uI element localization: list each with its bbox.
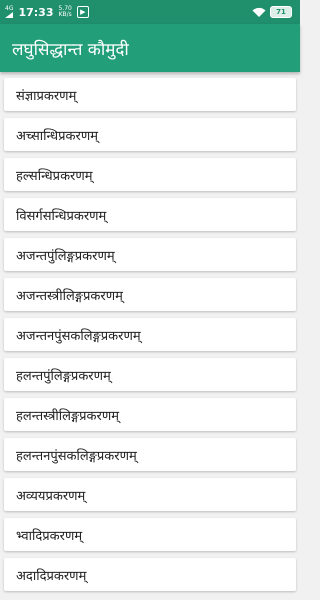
status-time: 17:33	[18, 5, 54, 19]
list-item[interactable]: विसर्गसन्धिप्रकरणम्	[4, 198, 296, 231]
list-item[interactable]: अजन्तनपुंसकलिङ्गप्रकरणम्	[4, 318, 296, 351]
list-item-label: हलन्तस्त्रीलिङ्गप्रकरणम्	[16, 408, 120, 424]
list-item-label: अदादिप्रकरणम्	[16, 568, 87, 584]
list-item-label: हल्सन्धिप्रकरणम्	[16, 168, 93, 184]
list-item-label: भ्वादिप्रकरणम्	[16, 528, 83, 544]
list-item[interactable]: हलन्तस्त्रीलिङ्गप्रकरणम्	[4, 398, 296, 431]
list-item[interactable]: अजन्तपुंलिङ्गप्रकरणम्	[4, 238, 296, 271]
network-speed: 5.70 KB/s	[58, 6, 71, 18]
app-bar: लघुसिद्धान्त कौमुदी	[0, 24, 300, 72]
list-item[interactable]: हलन्तपुंलिङ्गप्रकरणम्	[4, 358, 296, 391]
list-item-label: अजन्तनपुंसकलिङ्गप्रकरणम्	[16, 328, 141, 344]
signal-icon	[5, 12, 14, 18]
wifi-icon	[252, 7, 266, 17]
list-item-label: संज्ञाप्रकरणम्	[16, 88, 77, 104]
network-indicator: 4G	[5, 6, 13, 18]
list-item-label: अजन्तस्त्रीलिङ्गप्रकरणम्	[16, 288, 123, 304]
list-item[interactable]: हल्सन्धिप्रकरणम्	[4, 158, 296, 191]
list-item-label: अच्सान्धिप्रकरणम्	[16, 128, 98, 144]
app-title: लघुसिद्धान्त कौमुदी	[12, 39, 129, 60]
list-item-label: विसर्गसन्धिप्रकरणम्	[16, 208, 107, 224]
list-item-label: हलन्तपुंलिङ्गप्रकरणम्	[16, 368, 111, 384]
chapter-list: संज्ञाप्रकरणम् अच्सान्धिप्रकरणम् हल्सन्ध…	[0, 72, 300, 600]
list-item-label: हलन्तनपुंसकलिङ्गप्रकरणम्	[16, 448, 137, 464]
list-item-label: अव्ययप्रकरणम्	[16, 488, 86, 504]
status-bar: 4G 17:33 5.70 KB/s ▶ 71	[0, 0, 300, 24]
list-item[interactable]: भ्वादिप्रकरणम्	[4, 518, 296, 551]
list-item[interactable]: हलन्तनपुंसकलिङ्गप्रकरणम्	[4, 438, 296, 471]
list-item-label: अजन्तपुंलिङ्गप्रकरणम्	[16, 248, 115, 264]
list-item[interactable]: संज्ञाप्रकरणम्	[4, 78, 296, 111]
list-item[interactable]: अच्सान्धिप्रकरणम्	[4, 118, 296, 151]
battery-level: 71	[276, 8, 286, 16]
notification-icon: ▶	[76, 6, 89, 18]
list-item[interactable]: अजन्तस्त्रीलिङ्गप्रकरणम्	[4, 278, 296, 311]
list-item[interactable]: अदादिप्रकरणम्	[4, 558, 296, 591]
list-item[interactable]: अव्ययप्रकरणम्	[4, 478, 296, 511]
battery-icon: 71	[270, 6, 292, 18]
speed-unit: KB/s	[58, 11, 72, 18]
